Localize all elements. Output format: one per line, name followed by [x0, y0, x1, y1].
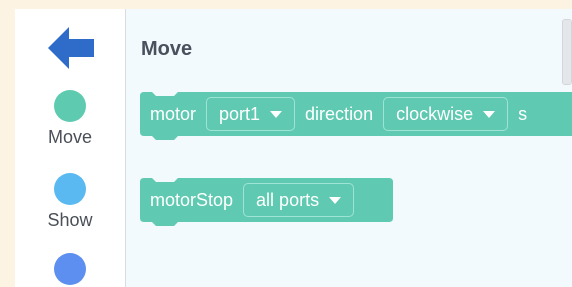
move-category-dot-icon [54, 90, 86, 122]
port-dropdown-value: port1 [219, 103, 261, 124]
workspace-scrollbar[interactable] [562, 19, 572, 85]
blocks-palette-frame: Move Show Move motor port1 direction clo… [15, 9, 572, 287]
show-category-dot-icon [54, 173, 86, 205]
speed-label-clipped: s [518, 103, 528, 124]
blocks-workspace: Move motor port1 direction clockwise s m… [126, 9, 572, 287]
category-show-label: Show [47, 210, 93, 230]
motor-direction-block[interactable]: motor port1 direction clockwise s [140, 92, 572, 140]
motorstop-label: motorStop [150, 189, 234, 210]
direction-dropdown[interactable]: clockwise [383, 97, 509, 131]
category-show[interactable]: Show [15, 173, 125, 231]
caret-down-icon [270, 110, 283, 118]
ports-dropdown-value: all ports [256, 189, 320, 210]
motor-block-row: motor port1 direction clockwise s [140, 92, 537, 136]
direction-dropdown-value: clockwise [396, 103, 474, 124]
motor-label: motor [150, 103, 197, 124]
ports-dropdown[interactable]: all ports [243, 183, 355, 217]
third-category-dot-icon [54, 253, 86, 285]
section-title: Move [141, 38, 193, 60]
motorstop-block-row: motorStop all ports [140, 178, 364, 222]
back-arrow-icon[interactable] [48, 27, 94, 69]
category-move[interactable]: Move [15, 90, 125, 148]
category-third[interactable] [15, 253, 125, 285]
port-dropdown[interactable]: port1 [206, 97, 296, 131]
direction-label: direction [305, 103, 374, 124]
category-sidebar: Move Show [15, 9, 126, 287]
motorstop-block[interactable]: motorStop all ports [140, 178, 393, 226]
caret-down-icon [483, 110, 496, 118]
category-move-label: Move [47, 127, 92, 147]
caret-down-icon [329, 196, 342, 204]
